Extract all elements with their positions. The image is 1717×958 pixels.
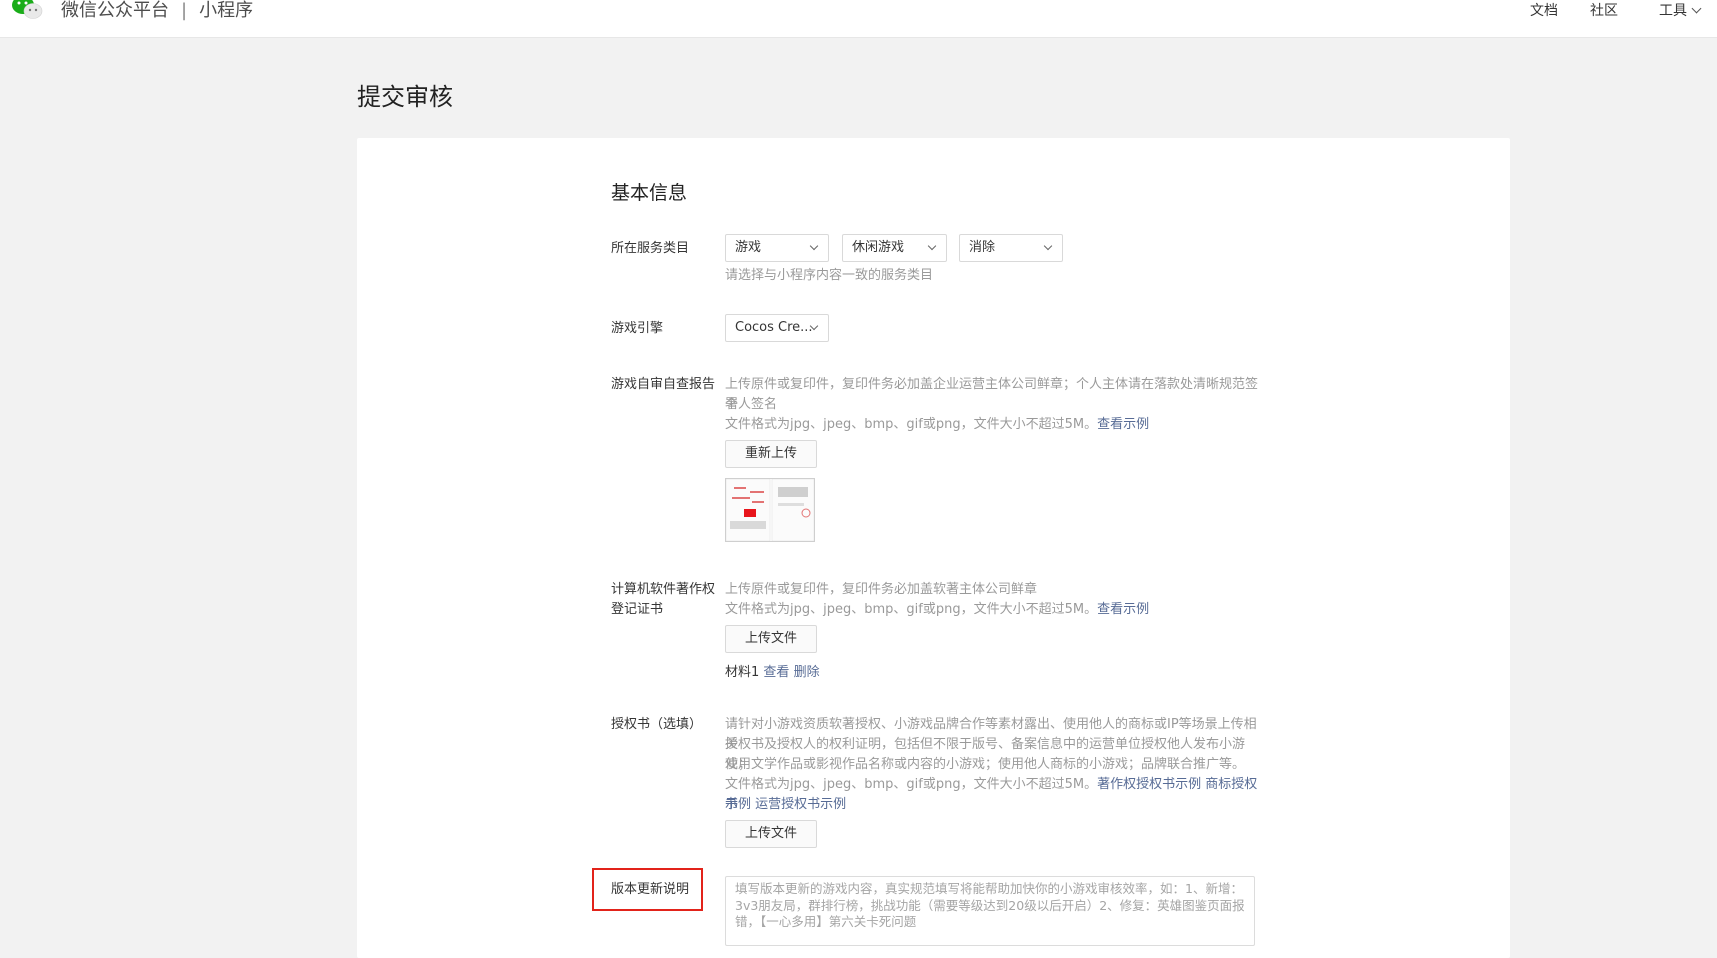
- self-report-format: 文件格式为jpg、jpeg、bmp、gif或png，文件大小不超过5M。查看示例: [725, 415, 1260, 435]
- nav-tools-label: 工具: [1659, 3, 1687, 19]
- chevron-down-icon: [809, 241, 819, 251]
- trademark-auth-example-link-cont[interactable]: 示例: [725, 797, 751, 812]
- copyright-format: 文件格式为jpg、jpeg、bmp、gif或png，文件大小不超过5M。查看示例: [725, 600, 1260, 620]
- authorization-help-line3: 使用文学作品或影视作品名称或内容的小游戏；使用他人商标的小游戏；品牌联合推广等。: [725, 757, 1246, 772]
- product-name: 小程序: [199, 0, 254, 21]
- material-delete-link[interactable]: 删除: [794, 665, 820, 680]
- category-select-1[interactable]: 游戏: [725, 234, 829, 262]
- chevron-down-icon: [927, 241, 937, 251]
- engine-select[interactable]: Cocos Cre...: [725, 314, 829, 342]
- self-report-help-line2: 个人签名: [725, 397, 778, 412]
- brand-name: 微信公众平台: [61, 0, 169, 21]
- copyright-label-line1: 计算机软件著作权: [611, 582, 716, 597]
- operation-auth-example-link[interactable]: 运营授权书示例: [755, 797, 846, 812]
- release-notes-label: 版本更新说明: [611, 882, 690, 897]
- top-bar: 微信公众平台 | 小程序 文档 社区 工具: [0, 0, 1717, 38]
- category-select-3-value: 消除: [969, 240, 996, 255]
- copyright-example-link[interactable]: 查看示例: [1097, 602, 1149, 617]
- authorization-links-line2: 示例 运营授权书示例: [725, 795, 1260, 815]
- report-thumbnail[interactable]: [725, 478, 815, 542]
- engine-label: 游戏引擎: [611, 321, 664, 336]
- copyright-auth-example-link[interactable]: 著作权授权书示例: [1097, 777, 1201, 792]
- report-preview-image: [725, 478, 815, 542]
- uploaded-material: 材料1 查看 删除: [725, 663, 820, 683]
- chevron-down-icon: [1043, 241, 1053, 251]
- category-select-1-value: 游戏: [735, 240, 762, 255]
- material-name: 材料1: [725, 665, 760, 680]
- copyright-format-text: 文件格式为jpg、jpeg、bmp、gif或png，文件大小不超过5M。: [725, 602, 1098, 617]
- copyright-help: 上传原件或复印件，复印件务必加盖软著主体公司鲜章: [725, 582, 1038, 597]
- service-category-help: 请选择与小程序内容一致的服务类目: [725, 268, 934, 283]
- section-title: 基本信息: [611, 182, 688, 204]
- release-notes-textarea[interactable]: 填写版本更新的游戏内容，真实规范填写将能帮助加快你的小游戏审核效率，如：1、新增…: [725, 876, 1255, 946]
- category-select-2[interactable]: 休闲游戏: [842, 234, 947, 262]
- copyright-upload-button[interactable]: 上传文件: [725, 625, 817, 653]
- nav-tools-menu[interactable]: 工具: [1659, 2, 1702, 20]
- material-view-link[interactable]: 查看: [763, 665, 789, 680]
- engine-select-value: Cocos Cre...: [735, 320, 813, 335]
- nav-docs-link[interactable]: 文档: [1530, 2, 1558, 20]
- service-category-label: 所在服务类目: [611, 241, 690, 256]
- brand-title[interactable]: 微信公众平台 | 小程序: [61, 0, 253, 22]
- category-select-3[interactable]: 消除: [959, 234, 1063, 262]
- page-title: 提交审核: [357, 83, 453, 111]
- chevron-down-icon: [1691, 3, 1702, 14]
- authorization-label: 授权书（选填）: [611, 717, 703, 732]
- self-report-label: 游戏自审自查报告: [611, 377, 716, 392]
- self-report-format-text: 文件格式为jpg、jpeg、bmp、gif或png，文件大小不超过5M。: [725, 417, 1098, 432]
- copyright-label-line2: 登记证书: [611, 602, 664, 617]
- brand-separator: |: [181, 0, 188, 21]
- authorization-upload-button[interactable]: 上传文件: [725, 820, 817, 848]
- self-report-example-link[interactable]: 查看示例: [1097, 417, 1149, 432]
- nav-community-link[interactable]: 社区: [1590, 2, 1618, 20]
- category-select-2-value: 休闲游戏: [852, 240, 905, 255]
- authorization-format-text: 文件格式为jpg、jpeg、bmp、gif或png，文件大小不超过5M。: [725, 777, 1098, 792]
- reupload-button[interactable]: 重新上传: [725, 440, 817, 468]
- wechat-logo-icon[interactable]: [10, 0, 44, 22]
